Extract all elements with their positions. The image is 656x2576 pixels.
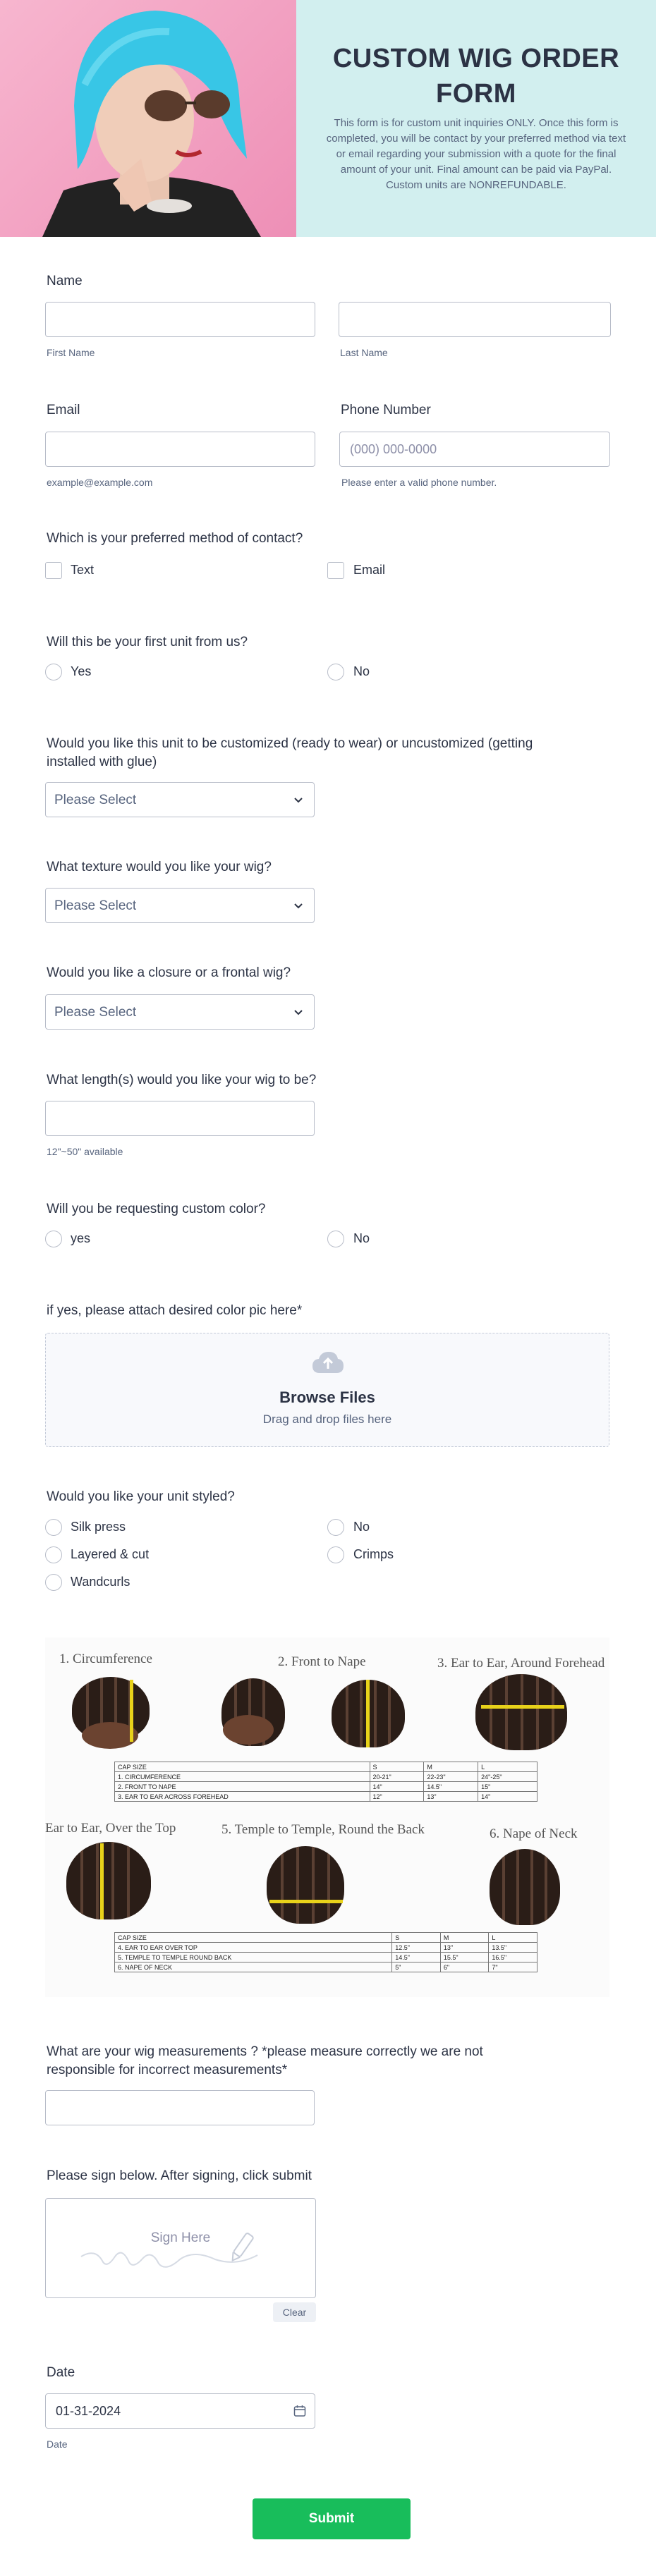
option-email-label: Email [353, 563, 386, 577]
customized-label: Would you like this unit to be customize… [47, 736, 533, 769]
phone-field[interactable]: (000) 000-0000 [339, 432, 610, 467]
radio-style-no[interactable] [327, 1519, 344, 1536]
measurement-table-1: CAP SIZE S M L 1. CIRCUMFERENCE 20-21" 22-23"… [114, 1762, 537, 1802]
signature-placeholder-graphic [80, 2233, 258, 2268]
measurement-guide-image: 1. Circumference 2. Front to Nape 3. Ear… [45, 1637, 609, 1997]
date-label: Date [47, 2365, 75, 2380]
head-illustration [475, 1674, 567, 1750]
radio-silk-press[interactable] [45, 1519, 62, 1536]
upload-cloud-icon [312, 1352, 344, 1373]
step-6-caption: 6. Nape of Neck [490, 1826, 578, 1841]
measurement-table-2: CAP SIZE S M L 4. EAR TO EAR OVER TOP 12.5" 1… [114, 1932, 537, 1972]
browse-files-button[interactable]: Browse Files [46, 1388, 609, 1407]
step-1-caption: 1. Circumference [59, 1652, 152, 1666]
texture-select[interactable]: Please Select [45, 888, 315, 923]
option-layered-cut-label: Layered & cut [71, 1547, 150, 1561]
phone-sublabel: Please enter a valid phone number. [341, 477, 497, 488]
checkbox-text[interactable] [45, 562, 62, 579]
length-input[interactable] [45, 1101, 315, 1136]
radio-wandcurls[interactable] [45, 1574, 62, 1591]
option-style-no-label: No [353, 1520, 370, 1534]
drag-drop-hint: Drag and drop files here [262, 1412, 392, 1426]
radio-color-no[interactable] [327, 1231, 344, 1247]
form-page: CUSTOM WIG ORDER FORM This form is for c… [0, 0, 656, 2576]
form-header: CUSTOM WIG ORDER FORM This form is for c… [0, 0, 656, 237]
last-name-input[interactable] [339, 302, 611, 337]
radio-no[interactable] [327, 664, 344, 680]
texture-label: What texture would you like your wig? [47, 860, 272, 874]
color-upload-label: if yes, please attach desired color pic … [47, 1303, 303, 1318]
option-crimps-label: Crimps [353, 1547, 394, 1561]
header-model-image [0, 0, 296, 237]
first-unit-label: Will this be your first unit from us? [47, 635, 248, 649]
contact-method-label: Which is your preferred method of contac… [47, 531, 303, 546]
calendar-icon[interactable] [293, 2405, 306, 2417]
step-3-caption: 3. Ear to Ear, Around Forehead [437, 1656, 605, 1671]
header-text-panel: CUSTOM WIG ORDER FORM This form is for c… [296, 0, 656, 237]
step-5-caption: 5. Temple to Temple, Round the Back [221, 1822, 425, 1837]
name-label: Name [47, 274, 83, 288]
chevron-down-icon [294, 1010, 303, 1015]
styled-label: Would you like your unit styled? [47, 1489, 235, 1504]
chevron-down-icon [294, 798, 303, 803]
file-upload-dropzone[interactable]: Browse Files Drag and drop files here [45, 1333, 609, 1447]
first-name-sublabel: First Name [47, 347, 95, 358]
clear-signature-button[interactable]: Clear [273, 2302, 316, 2322]
step-2-caption: 2. Front to Nape [278, 1654, 366, 1669]
signature-pad[interactable]: Sign Here [45, 2198, 316, 2298]
email-field[interactable] [45, 432, 315, 467]
length-label: What length(s) would you like your wig t… [47, 1073, 317, 1087]
radio-color-yes[interactable] [45, 1231, 62, 1247]
checkbox-email[interactable] [327, 562, 344, 579]
measurements-input[interactable] [45, 2090, 315, 2125]
date-input[interactable]: 01-31-2024 [45, 2393, 315, 2429]
submit-button[interactable]: Submit [253, 2498, 411, 2539]
phone-label: Phone Number [341, 403, 431, 417]
option-wandcurls-label: Wandcurls [71, 1575, 130, 1589]
option-color-no-label: No [353, 1231, 370, 1245]
sign-here-placeholder: Sign Here [150, 2230, 211, 2245]
form-description: This form is for custom unit inquiries O… [326, 117, 626, 191]
closure-select[interactable]: Please Select [45, 994, 315, 1030]
signature-label: Please sign below. After signing, click … [47, 2168, 312, 2183]
option-silk-press-label: Silk press [71, 1520, 126, 1534]
email-label: Email [47, 403, 80, 417]
first-name-input[interactable] [45, 302, 315, 337]
head-illustration [66, 1842, 151, 1919]
chevron-down-icon [294, 903, 303, 909]
date-sublabel: Date [47, 2438, 68, 2450]
length-sublabel: 12"~50" available [47, 1146, 123, 1157]
option-text-label: Text [71, 563, 95, 577]
radio-yes[interactable] [45, 664, 62, 680]
last-name-sublabel: Last Name [340, 347, 388, 358]
option-yes-label: Yes [71, 664, 92, 678]
radio-layered-cut[interactable] [45, 1546, 62, 1563]
step-4-caption: Ear to Ear, Over the Top [45, 1821, 176, 1836]
option-no-label: No [353, 664, 370, 678]
radio-crimps[interactable] [327, 1546, 344, 1563]
head-illustration [490, 1849, 560, 1925]
option-color-yes-label: yes [71, 1231, 91, 1245]
custom-color-label: Will you be requesting custom color? [47, 1202, 266, 1216]
form-title: CUSTOM WIG ORDER FORM [332, 44, 620, 109]
email-sublabel: example@example.com [47, 477, 153, 488]
head-illustration [267, 1846, 344, 1924]
customized-select[interactable]: Please Select [45, 782, 315, 817]
closure-label: Would you like a closure or a frontal wi… [47, 965, 291, 980]
measurements-label: What are your wig measurements ? *please… [47, 2044, 483, 2077]
